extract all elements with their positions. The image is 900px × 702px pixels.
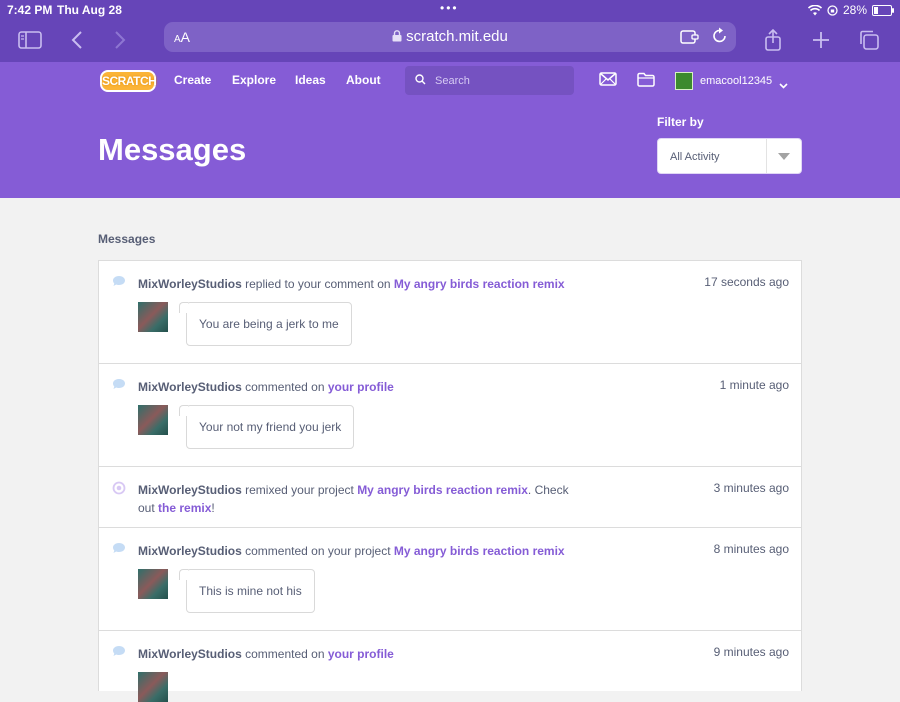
comment-bubble-icon [113,379,125,389]
status-time: 7:42 PM [7,3,53,17]
lock-icon [392,30,402,42]
search-box[interactable] [405,66,574,95]
message-text: MixWorleyStudios replied to your comment… [138,277,565,291]
main-content: Messages MixWorleyStudios replied to you… [0,198,900,702]
battery-icon [872,4,894,16]
comment-bubble: This is mine not his [179,569,315,613]
message-text: MixWorleyStudios remixed your project My… [138,483,569,515]
section-title: Messages [98,232,156,246]
search-icon [415,74,426,85]
back-icon[interactable] [62,26,92,54]
message-user[interactable]: MixWorleyStudios [138,544,242,558]
browser-toolbar: AA scratch.mit.edu [0,20,900,62]
user-thumbnail[interactable] [138,569,168,599]
message-user[interactable]: MixWorleyStudios [138,483,242,497]
wifi-icon [807,4,822,15]
message-time: 8 minutes ago [713,542,789,556]
message-time: 1 minute ago [719,378,789,392]
user-thumbnail[interactable] [138,302,168,332]
orientation-lock-icon [827,4,838,16]
page-header: Messages Filter by All Activity [0,100,900,198]
sidebar-icon[interactable] [15,26,45,54]
multitasking-dots-icon[interactable]: ••• [440,1,459,15]
message-time: 3 minutes ago [713,481,789,495]
comment-bubble: Your not my friend you jerk [178,405,355,449]
forward-icon[interactable] [105,26,135,54]
dropdown-arrow-icon [778,153,790,160]
message-text: MixWorleyStudios commented on your proje… [138,544,565,558]
chevron-down-icon[interactable] [779,76,788,94]
nav-ideas[interactable]: Ideas [295,73,326,87]
message-target-link[interactable]: My angry birds reaction remix [394,277,565,291]
url-text: scratch.mit.edu [406,28,508,45]
message-item: MixWorleyStudios commented on your profi… [99,631,801,702]
message-text: MixWorleyStudios commented on your profi… [138,380,394,394]
search-input[interactable] [433,72,567,90]
remix-link[interactable]: the remix [158,501,211,515]
my-stuff-folder-icon[interactable] [637,72,655,92]
nav-explore[interactable]: Explore [232,73,276,87]
status-indicators: 28% [807,3,894,17]
address-bar[interactable]: AA scratch.mit.edu [164,22,736,52]
user-thumbnail[interactable] [138,672,168,702]
status-bar: 7:42 PM Thu Aug 28 ••• 28% [0,0,900,20]
message-target-link[interactable]: your profile [328,380,394,394]
url-display[interactable]: scratch.mit.edu [164,28,736,45]
message-text: MixWorleyStudios commented on your profi… [138,647,394,661]
comment-bubble-icon [113,543,125,553]
remix-icon [112,481,126,495]
comment-bubble-icon [113,646,125,656]
username[interactable]: emacool12345 [700,75,772,87]
new-tab-icon[interactable] [806,26,836,54]
scratch-logo[interactable]: SCRATCH [100,70,157,92]
message-target-link[interactable]: My angry birds reaction remix [357,483,528,497]
reload-icon[interactable] [712,27,728,50]
message-user[interactable]: MixWorleyStudios [138,380,242,394]
filter-select[interactable]: All Activity [657,138,802,174]
comment-bubble-icon [113,276,125,286]
filter-value: All Activity [670,151,720,163]
message-item: MixWorleyStudios commented on your proje… [99,528,801,631]
message-item: MixWorleyStudios replied to your comment… [99,261,801,364]
messages-icon[interactable] [599,72,617,91]
page-title: Messages [98,132,247,167]
message-user[interactable]: MixWorleyStudios [138,277,242,291]
message-time: 17 seconds ago [704,275,789,289]
message-user[interactable]: MixWorleyStudios [138,647,242,661]
share-icon[interactable] [758,26,788,54]
user-avatar[interactable] [675,72,693,90]
site-navbar: SCRATCH Create Explore Ideas About emaco… [0,62,900,101]
user-thumbnail[interactable] [138,405,168,435]
status-date: Thu Aug 28 [57,3,122,17]
message-item: MixWorleyStudios remixed your project My… [99,467,801,528]
select-divider [766,139,767,173]
tabs-overview-icon[interactable] [854,26,884,54]
nav-about[interactable]: About [346,73,381,87]
message-time: 9 minutes ago [713,645,789,659]
extension-icon[interactable] [680,28,700,51]
message-target-link[interactable]: your profile [328,647,394,661]
nav-create[interactable]: Create [174,73,211,87]
message-list: MixWorleyStudios replied to your comment… [98,260,802,702]
comment-bubble: You are being a jerk to me [179,302,352,346]
battery-percent: 28% [842,3,867,17]
message-target-link[interactable]: My angry birds reaction remix [394,544,565,558]
filter-label: Filter by [657,115,704,129]
message-item: MixWorleyStudios commented on your profi… [99,364,801,467]
